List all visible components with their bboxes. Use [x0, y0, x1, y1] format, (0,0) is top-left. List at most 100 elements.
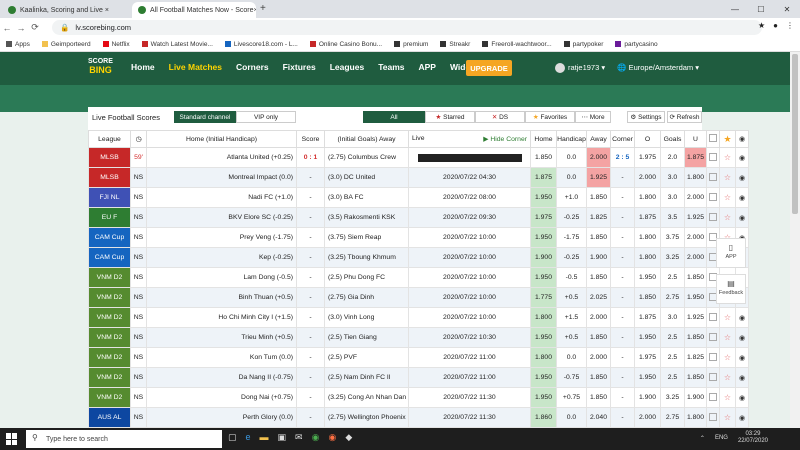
nav-corners[interactable]: Corners	[236, 62, 269, 72]
away-team-cell[interactable]: (3.0) DC United	[324, 167, 409, 188]
chart-icon[interactable]	[709, 332, 717, 341]
eye-icon[interactable]: ◉	[739, 375, 745, 382]
favorite-cell[interactable]: ☆	[719, 407, 736, 428]
star-outline-icon[interactable]: ☆	[724, 353, 731, 362]
bookmark-item[interactable]: partypoker	[563, 41, 603, 48]
watch-cell[interactable]: ◉	[735, 387, 749, 408]
away-team-cell[interactable]: (2.75) Columbus Crew	[324, 147, 409, 168]
bookmark-star-icon[interactable]: ★	[758, 21, 765, 30]
star-outline-icon[interactable]: ☆	[724, 413, 731, 422]
home-team-cell[interactable]: Ho Chi Minh City I (+1.5)	[146, 307, 297, 328]
bookmark-item[interactable]: Online Casino Bonu...	[309, 41, 382, 48]
feedback-side-button[interactable]: ▤ Feedback	[716, 274, 746, 304]
bookmark-item[interactable]: Livescore18.com - L...	[224, 41, 298, 48]
nav-leagues[interactable]: Leagues	[330, 62, 365, 72]
watch-cell[interactable]: ◉	[735, 187, 749, 208]
chart-cell[interactable]	[706, 367, 720, 388]
chart-icon[interactable]	[709, 392, 717, 401]
favorite-cell[interactable]: ☆	[719, 167, 736, 188]
eye-icon[interactable]: ◉	[739, 355, 745, 362]
settings-button[interactable]: ⚙ Settings	[627, 111, 665, 123]
league-cell[interactable]: VNM D2	[88, 267, 131, 288]
home-team-cell[interactable]: BKV Elore SC (-0.25)	[146, 207, 297, 228]
forward-icon[interactable]: →	[14, 23, 28, 33]
star-outline-icon[interactable]: ☆	[724, 213, 731, 222]
eye-icon[interactable]: ◉	[739, 335, 745, 342]
bookmark-item[interactable]: Watch Latest Movie...	[141, 41, 213, 48]
chart-icon[interactable]	[709, 192, 717, 201]
away-team-cell[interactable]: (2.5) Tien Giang	[324, 327, 409, 348]
bookmark-item[interactable]: Geimporteerd	[41, 41, 91, 48]
star-outline-icon[interactable]: ☆	[724, 333, 731, 342]
eye-icon[interactable]: ◉	[739, 195, 745, 202]
league-cell[interactable]: VNM D2	[88, 387, 131, 408]
chart-cell[interactable]	[706, 387, 720, 408]
nav-teams[interactable]: Teams	[378, 62, 404, 72]
table-row[interactable]: CAM Cup NS Kep (-0.25) - (3.25) Tboung Khmum…	[88, 247, 749, 268]
away-team-cell[interactable]: (2.5) Phu Dong FC	[324, 267, 409, 288]
table-row[interactable]: VNM D2 NS Dong Nai (+0.75) - (3.25) Cong An …	[88, 387, 749, 408]
scrollbar-thumb[interactable]	[792, 54, 798, 214]
chart-cell[interactable]	[706, 187, 720, 208]
bookmark-item[interactable]: Freeroll-wachtwoor...	[482, 41, 552, 48]
chart-icon[interactable]	[709, 172, 717, 181]
minimize-icon[interactable]: —	[722, 0, 748, 18]
chart-cell[interactable]	[706, 167, 720, 188]
league-cell[interactable]: CAM Cup	[88, 247, 131, 268]
close-tab-icon[interactable]: ×	[253, 7, 256, 14]
refresh-button[interactable]: ⟳ Refresh	[667, 111, 702, 123]
away-team-cell[interactable]: (3.25) Cong An Nhan Dan	[324, 387, 409, 408]
chart-cell[interactable]	[706, 327, 720, 348]
table-row[interactable]: VNM D2 NS Lam Dong (-0.5) - (2.5) Phu Dong F…	[88, 267, 749, 288]
away-team-cell[interactable]: (3.0) Vinh Long	[324, 307, 409, 328]
league-cell[interactable]: MLSB	[88, 167, 131, 188]
table-row[interactable]: EU F NS BKV Elore SC (-0.25) - (3.5) Rakosme…	[88, 207, 749, 228]
away-team-cell[interactable]: (3.5) Rakosmenti KSK	[324, 207, 409, 228]
star-outline-icon[interactable]: ☆	[724, 393, 731, 402]
chart-icon[interactable]	[709, 372, 717, 381]
filter-more-button[interactable]: ⋯ More	[575, 111, 611, 123]
filter-all-button[interactable]: All	[363, 111, 425, 123]
league-cell[interactable]: EU F	[88, 207, 131, 228]
close-window-icon[interactable]: ✕	[774, 0, 800, 18]
page-scrollbar[interactable]	[790, 52, 800, 428]
upgrade-button[interactable]: UPGRADE	[466, 60, 512, 76]
watch-cell[interactable]: ◉	[735, 407, 749, 428]
favorite-cell[interactable]: ☆	[719, 327, 736, 348]
home-team-cell[interactable]: Nadi FC (+1.0)	[146, 187, 297, 208]
favorite-cell[interactable]: ☆	[719, 187, 736, 208]
table-row[interactable]: CAM Cup NS Prey Veng (-1.75) - (3.75) Siem R…	[88, 227, 749, 248]
favorite-cell[interactable]: ☆	[719, 387, 736, 408]
store-icon[interactable]: ▣	[278, 432, 287, 443]
league-cell[interactable]: VNM D2	[88, 287, 131, 308]
league-cell[interactable]: CAM Cup	[88, 227, 131, 248]
filter-ds-button[interactable]: ✕ DS	[475, 111, 525, 123]
new-tab-icon[interactable]: +	[260, 3, 266, 14]
clock[interactable]: 03:29 22/07/2020	[738, 431, 768, 445]
away-team-cell[interactable]: (3.75) Siem Reap	[324, 227, 409, 248]
home-team-cell[interactable]: Lam Dong (-0.5)	[146, 267, 297, 288]
star-outline-icon[interactable]: ☆	[724, 313, 731, 322]
star-outline-icon[interactable]: ☆	[724, 153, 731, 162]
language-indicator[interactable]: ENG	[715, 435, 728, 441]
menu-icon[interactable]: ⋮	[786, 21, 794, 30]
eye-icon[interactable]: ◉	[739, 315, 745, 322]
bookmark-item[interactable]: partycasino	[615, 41, 658, 48]
watch-cell[interactable]: ◉	[735, 367, 749, 388]
task-view-icon[interactable]: ▢	[228, 432, 237, 443]
watch-cell[interactable]: ◉	[735, 327, 749, 348]
reload-icon[interactable]: ⟳	[28, 22, 42, 33]
league-cell[interactable]: FJI NL	[88, 187, 131, 208]
home-team-cell[interactable]: Perth Glory (0.0)	[146, 407, 297, 428]
star-outline-icon[interactable]: ☆	[724, 173, 731, 182]
table-row[interactable]: MLSB NS Montreal Impact (0.0) - (3.0) DC Uni…	[88, 167, 749, 188]
filter-starred-button[interactable]: ★ Starred	[425, 111, 475, 123]
chart-icon[interactable]	[709, 152, 717, 161]
favorite-cell[interactable]: ☆	[719, 367, 736, 388]
bookmark-item[interactable]: Apps	[6, 41, 30, 48]
away-team-cell[interactable]: (2.75) Wellington Phoenix	[324, 407, 409, 428]
eye-icon[interactable]: ◉	[739, 155, 745, 162]
home-team-cell[interactable]: Kon Tum (0.0)	[146, 347, 297, 368]
windows-start-icon[interactable]	[6, 433, 18, 445]
bookmark-item[interactable]: Streakr	[440, 41, 470, 48]
